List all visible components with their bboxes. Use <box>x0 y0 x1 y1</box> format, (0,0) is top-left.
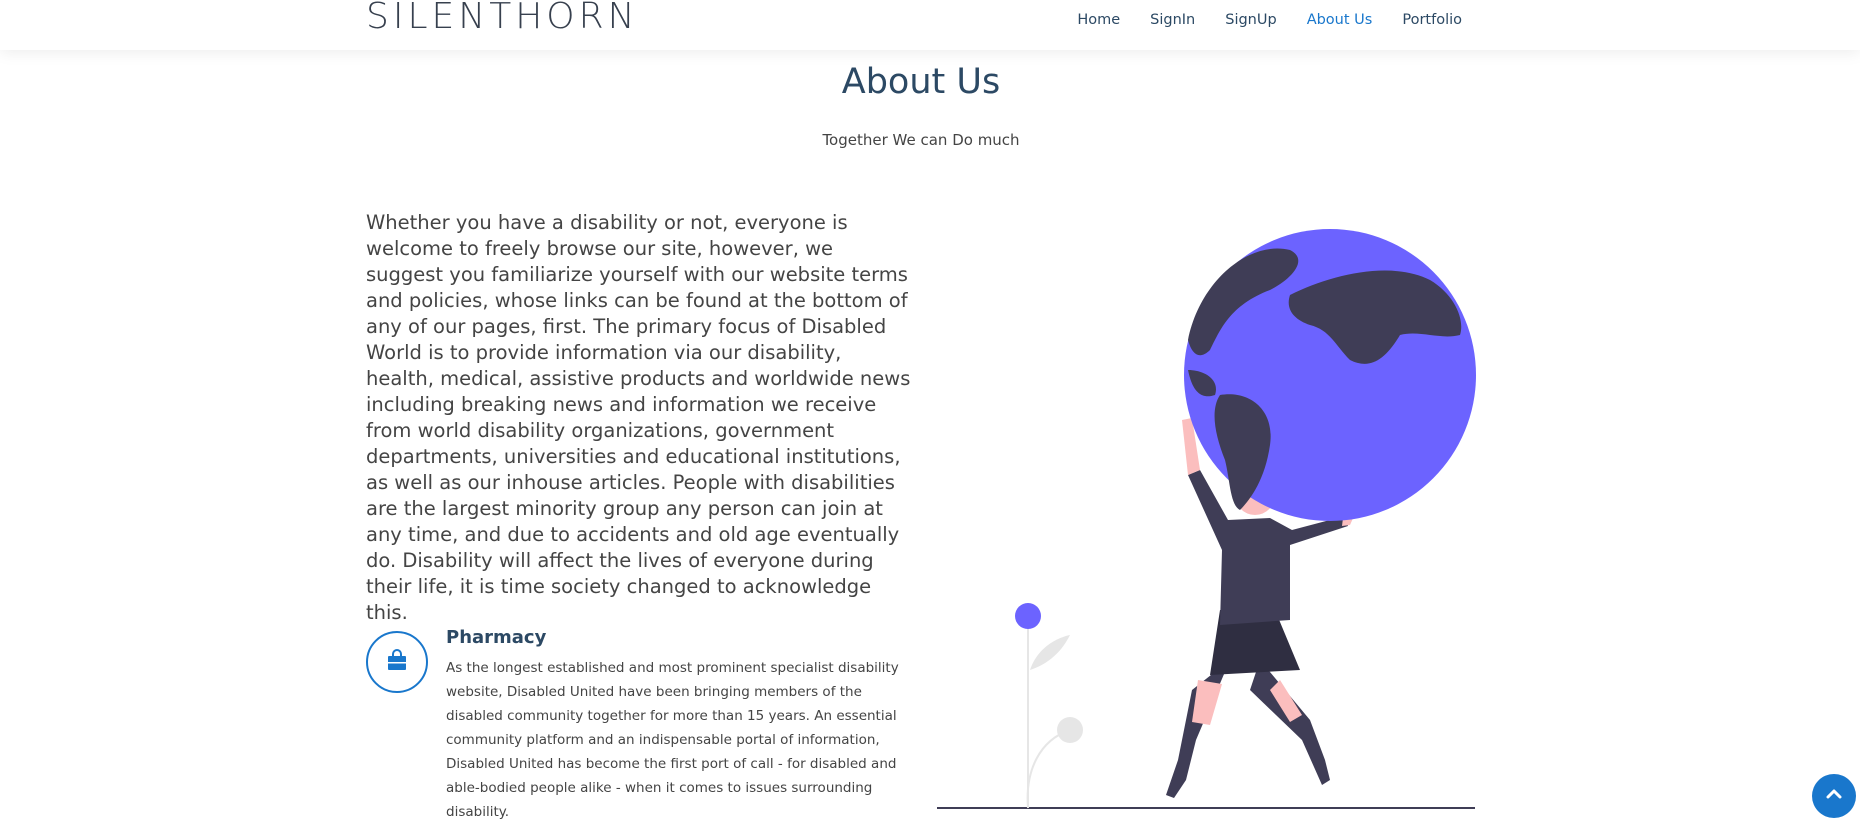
chevron-up-icon <box>1824 784 1844 808</box>
site-logo[interactable]: SILENTHORN <box>366 0 639 37</box>
feature-description: As the longest established and most prom… <box>446 660 899 820</box>
nav-about-us[interactable]: About Us <box>1307 12 1373 28</box>
globe-illustration <box>930 220 1490 824</box>
intro-paragraph: Whether you have a disability or not, ev… <box>366 211 911 624</box>
globe-icon <box>1184 229 1476 521</box>
page-subtitle: Together We can Do much <box>822 131 1020 149</box>
main-nav: Home SignIn SignUp About Us Portfolio <box>1047 12 1462 28</box>
feature-icon-circle <box>366 631 428 693</box>
plant-icon <box>1015 603 1083 809</box>
shopping-bag-icon <box>385 648 409 676</box>
nav-portfolio[interactable]: Portfolio <box>1402 12 1462 28</box>
feature-title: Pharmacy <box>446 627 547 648</box>
site-header: SILENTHORN Home SignIn SignUp About Us P… <box>0 0 1860 50</box>
nav-home[interactable]: Home <box>1077 12 1120 28</box>
nav-signin[interactable]: SignIn <box>1150 12 1195 28</box>
page-title: About Us <box>841 62 1001 102</box>
nav-signup[interactable]: SignUp <box>1225 12 1276 28</box>
back-to-top-button[interactable] <box>1812 774 1856 818</box>
